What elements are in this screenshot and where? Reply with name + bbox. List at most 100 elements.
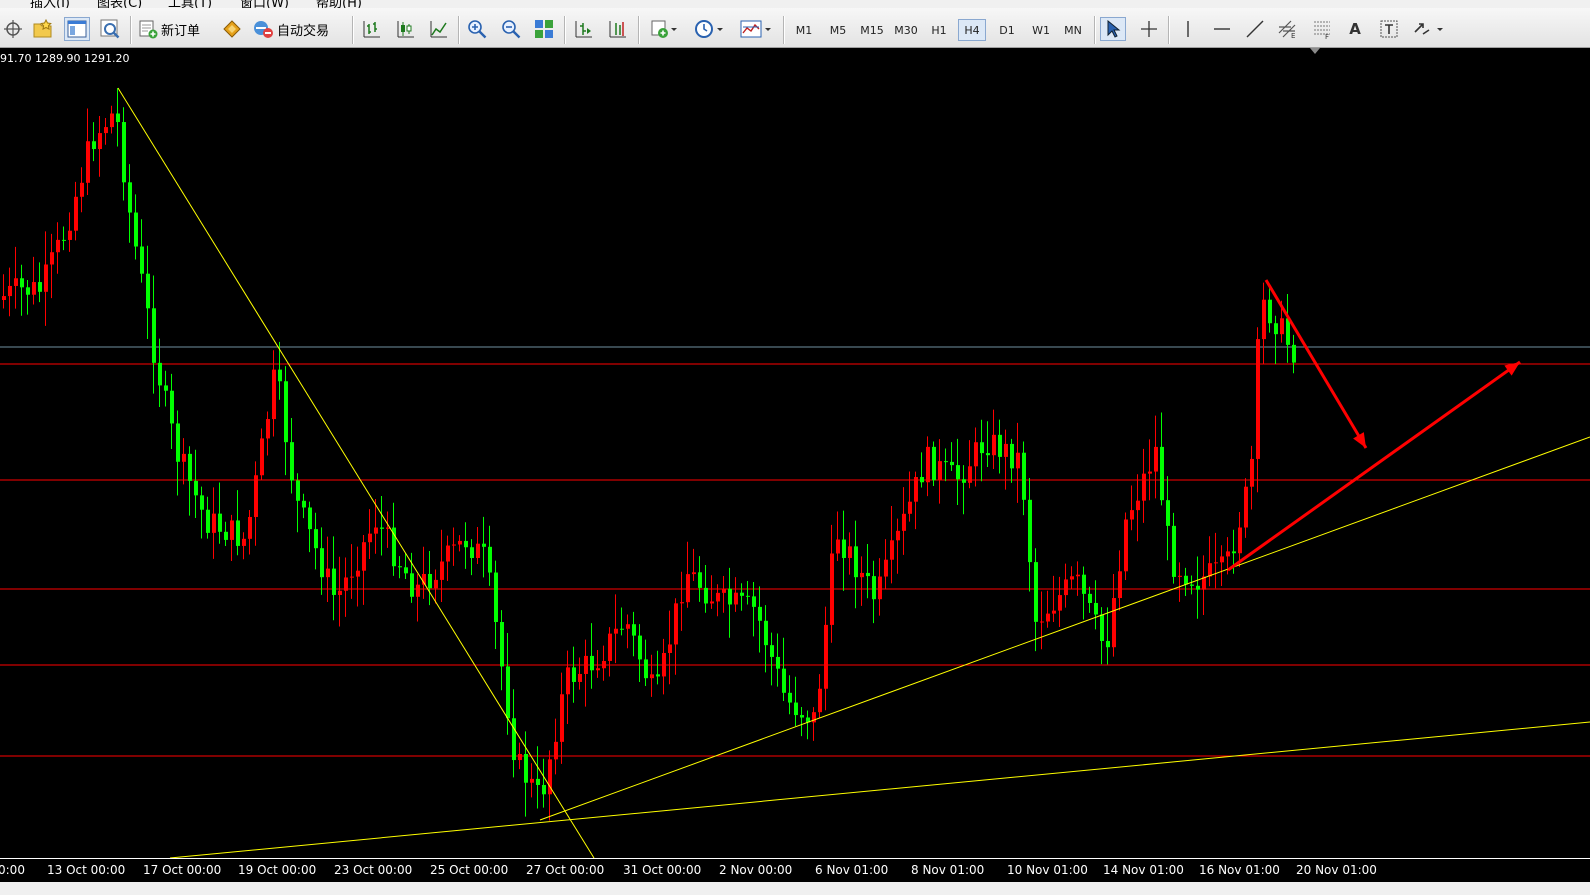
autoscroll-button[interactable] <box>572 17 596 41</box>
tile-windows-icon <box>535 20 553 38</box>
zoom-out-button[interactable] <box>499 17 523 41</box>
candle <box>776 633 780 687</box>
candle <box>476 526 480 564</box>
candle-body <box>770 645 774 657</box>
new-order-button[interactable]: 新订单 <box>138 17 214 41</box>
time-axis-label: 25 Oct 00:00 <box>430 863 509 877</box>
candle-body <box>560 694 564 742</box>
line-chart-button[interactable] <box>427 17 451 41</box>
add-indicator-icon <box>651 20 677 38</box>
candle-body <box>38 282 42 292</box>
candlestick-plot <box>0 87 1590 859</box>
favorites-button[interactable] <box>30 17 56 41</box>
timeframe-m15[interactable]: M15 <box>857 19 887 41</box>
candle-chart-button[interactable] <box>394 17 418 41</box>
candle <box>1082 566 1086 620</box>
timeframe-mn[interactable]: MN <box>1059 19 1087 41</box>
candle <box>176 410 180 496</box>
candle-body <box>734 592 738 605</box>
candle <box>314 512 318 570</box>
candle <box>248 510 252 555</box>
candle-body <box>980 442 984 454</box>
candle <box>1214 532 1218 589</box>
candle <box>440 529 444 602</box>
candle-body <box>278 369 282 382</box>
menu-item[interactable]: 帮助(H) <box>316 0 362 8</box>
timeframe-m5[interactable]: M5 <box>825 19 851 41</box>
time-axis: 0:00 13 Oct 00:00 17 Oct 00:00 19 Oct 00… <box>0 858 1590 882</box>
text-label-button[interactable] <box>1377 17 1401 41</box>
bar-chart-button[interactable] <box>360 17 384 41</box>
indicators-dropdown[interactable] <box>645 17 683 41</box>
chart-shift-button[interactable] <box>606 17 630 41</box>
menu-item[interactable]: 图表(C) <box>97 0 142 8</box>
menu-item[interactable]: 窗口(W) <box>240 0 289 8</box>
candle <box>602 645 606 681</box>
candle <box>1202 555 1206 615</box>
timeframe-w1[interactable]: W1 <box>1028 19 1054 41</box>
templates-dropdown[interactable] <box>736 17 776 41</box>
periods-dropdown[interactable] <box>690 17 728 41</box>
candle <box>194 449 198 518</box>
crosshair-tool-button[interactable] <box>1136 17 1162 41</box>
candle-body <box>188 453 192 481</box>
timeframe-h1[interactable]: H1 <box>926 19 952 41</box>
candle-body <box>404 567 408 574</box>
cursor-tool-button[interactable] <box>1100 17 1126 41</box>
candle-body <box>854 546 858 578</box>
tester-button[interactable] <box>97 17 123 41</box>
candle <box>800 706 804 737</box>
candle-body <box>1112 598 1116 648</box>
candle <box>296 473 300 533</box>
timeframe-m1[interactable]: M1 <box>791 19 817 41</box>
candle <box>116 88 120 147</box>
trendline-button[interactable] <box>1243 17 1267 41</box>
tile-windows-button[interactable] <box>532 17 556 41</box>
candle <box>362 534 366 605</box>
candle-body <box>578 673 582 682</box>
timeframe-h4[interactable]: H4 <box>958 19 986 41</box>
candle-body <box>1232 551 1236 554</box>
candle <box>764 605 768 673</box>
menu-item[interactable]: 工具(T) <box>168 0 212 8</box>
candle-body <box>62 239 66 241</box>
text-tool-button[interactable]: A <box>1343 17 1367 41</box>
meta-editor-button[interactable] <box>219 17 245 41</box>
ascending-trendline <box>539 436 1590 821</box>
timeframe-d1[interactable]: D1 <box>994 19 1020 41</box>
candle <box>974 427 978 487</box>
candle-body <box>914 477 918 502</box>
price-chart[interactable] <box>0 49 1590 895</box>
menu-bar: 插入(I) 图表(C) 工具(T) 窗口(W) 帮助(H) <box>0 0 1590 8</box>
menu-item[interactable]: 插入(I) <box>30 0 70 8</box>
candle-body <box>662 652 666 677</box>
timeframe-m30[interactable]: M30 <box>891 19 921 41</box>
channel-button[interactable]: E <box>1276 17 1300 41</box>
vertical-line-button[interactable] <box>1176 17 1200 41</box>
zoom-in-button[interactable] <box>465 17 489 41</box>
crosshair-nav-button[interactable] <box>2 17 24 41</box>
candle <box>1256 327 1260 493</box>
crosshair-circle-icon <box>4 20 22 38</box>
candle <box>782 637 786 702</box>
candle <box>674 598 678 675</box>
candle-body <box>650 674 654 679</box>
candle <box>416 574 420 622</box>
candle-body <box>1016 452 1020 469</box>
candle <box>164 370 168 407</box>
candle-body <box>962 479 966 483</box>
candle-body <box>1154 446 1158 472</box>
fibonacci-button[interactable]: F <box>1310 17 1334 41</box>
horizontal-line-button[interactable] <box>1210 17 1234 41</box>
candle <box>428 551 432 606</box>
candle-body <box>1184 575 1188 585</box>
candle <box>110 105 114 134</box>
candle-body <box>1070 576 1074 580</box>
auto-trading-button[interactable]: 自动交易 <box>252 17 344 41</box>
candle-body <box>830 553 834 625</box>
time-axis-label: 16 Nov 01:00 <box>1199 863 1280 877</box>
navigator-button[interactable] <box>64 17 90 41</box>
time-axis-label: 13 Oct 00:00 <box>47 863 126 877</box>
candle-body <box>1190 584 1194 586</box>
arrows-dropdown[interactable] <box>1410 17 1448 41</box>
